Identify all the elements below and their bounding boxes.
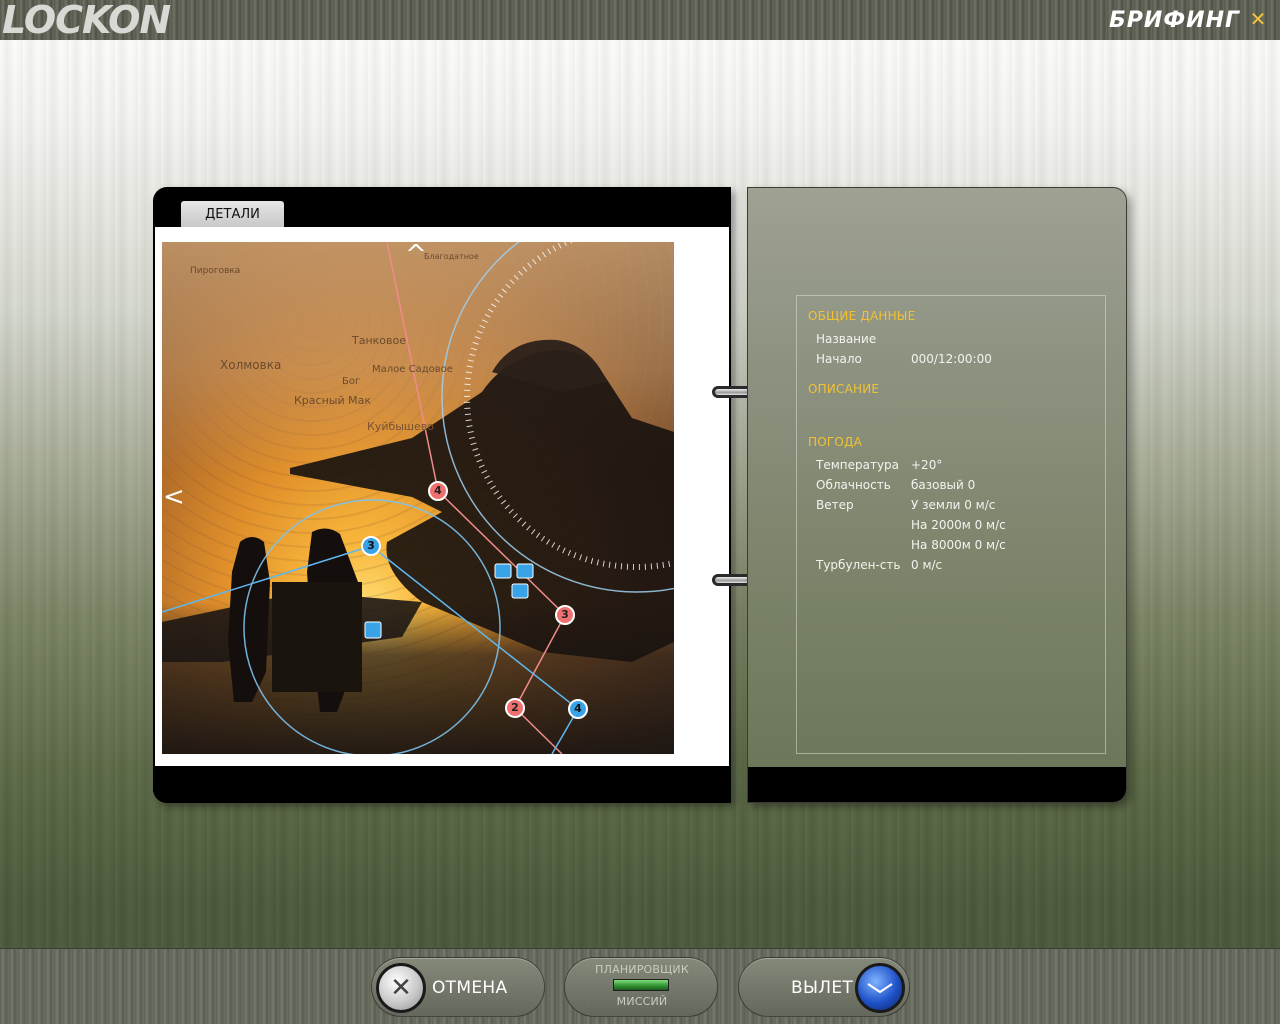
map-label: Благодатное — [424, 252, 479, 261]
temperature-label: Температура — [816, 458, 900, 472]
start-label: Начало — [816, 352, 862, 366]
waypoint-red-2[interactable]: 2 — [505, 698, 525, 718]
planner-label-top: ПЛАНИРОВЩИК — [595, 963, 689, 976]
wind-ground-value: У земли 0 м/с — [911, 498, 996, 512]
planner-label-bottom: МИССИЙ — [616, 995, 668, 1008]
details-content: 4 3 2 3 4 Пироговка Танковое Холмовка Ма… — [155, 227, 729, 766]
turbulence-label: Турбулен-сть — [816, 558, 901, 572]
map-label: Бог — [342, 376, 361, 387]
tab-details[interactable]: ДЕТАЛИ — [181, 201, 284, 227]
cancel-button[interactable]: ✕ ОТМЕНА — [371, 957, 545, 1017]
map-prev-arrow-icon[interactable]: < — [163, 484, 185, 510]
screen-title: БРИФИНГ — [1109, 8, 1240, 33]
map-north-arrow-icon[interactable]: ^ — [405, 242, 427, 268]
wind-2000-value: На 2000м 0 м/с — [911, 518, 1006, 532]
crew-silhouette — [228, 537, 270, 702]
unit-icon — [494, 563, 512, 579]
waypoint-red-3[interactable]: 3 — [555, 605, 575, 625]
section-title-description: ОПИСАНИЕ — [808, 382, 880, 396]
radar-icon — [364, 621, 382, 639]
waypoint-red-4[interactable]: 4 — [428, 481, 448, 501]
map-label: Пироговка — [190, 266, 241, 276]
cancel-x-icon: ✕ — [376, 963, 426, 1013]
info-bottom-bar — [748, 767, 1126, 802]
unit-icon — [516, 563, 534, 579]
ground-cart — [272, 582, 362, 692]
section-title-general: ОБЩИЕ ДАННЫЕ — [808, 309, 916, 323]
waypoint-blue-3[interactable]: 3 — [361, 536, 381, 556]
wind-label: Ветер — [816, 498, 854, 512]
turbulence-value: 0 м/с — [911, 558, 943, 572]
top-bar: LOCKON БРИФИНГ ✕ — [0, 0, 1280, 40]
clouds-label: Облачность — [816, 478, 891, 492]
app-logo: LOCKON — [2, 0, 171, 42]
planner-indicator-icon — [613, 979, 669, 991]
mission-info-panel: ОБЩИЕ ДАННЫЕ Название Начало 000/12:00:0… — [747, 187, 1127, 803]
temperature-value: +20° — [911, 458, 943, 472]
mission-map-image: 4 3 2 3 4 Пироговка Танковое Холмовка Ма… — [162, 242, 674, 754]
name-label: Название — [816, 332, 877, 346]
details-bottom-bar — [153, 766, 731, 803]
section-title-weather: ПОГОДА — [808, 435, 863, 449]
map-overlay — [162, 242, 674, 754]
unit-icon — [511, 583, 529, 599]
bottom-bar: ✕ ОТМЕНА ПЛАНИРОВЩИК МИССИЙ ВЫЛЕТ — [0, 948, 1280, 1024]
map-label: Малое Садовое — [372, 364, 453, 375]
mission-info-box: ОБЩИЕ ДАННЫЕ Название Начало 000/12:00:0… — [796, 295, 1106, 754]
details-panel: ДЕТАЛИ 4 3 2 3 4 Пироговка Танковое Холм… — [153, 187, 731, 803]
clouds-value: базовый 0 — [911, 478, 976, 492]
fly-jet-icon — [855, 963, 905, 1013]
fly-button[interactable]: ВЫЛЕТ — [738, 957, 910, 1017]
fly-button-label: ВЫЛЕТ — [791, 978, 854, 998]
cancel-button-label: ОТМЕНА — [432, 978, 508, 998]
map-label: Куйбышево — [367, 420, 434, 433]
waypoint-blue-4[interactable]: 4 — [568, 699, 588, 719]
map-label: Красный Мак — [294, 394, 371, 407]
map-label: Танковое — [352, 334, 407, 347]
map-label: Холмовка — [220, 358, 282, 372]
start-value: 000/12:00:00 — [911, 352, 992, 366]
close-icon[interactable]: ✕ — [1248, 8, 1268, 30]
wind-8000-value: На 8000м 0 м/с — [911, 538, 1006, 552]
mission-planner-button[interactable]: ПЛАНИРОВЩИК МИССИЙ — [564, 957, 718, 1017]
